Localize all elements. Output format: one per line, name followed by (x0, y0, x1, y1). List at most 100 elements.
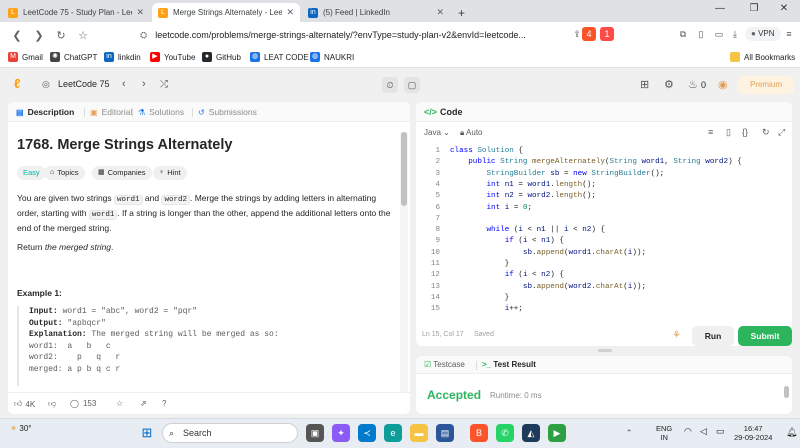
hint-chip[interactable]: ♀ Hint (153, 166, 187, 180)
app-icon[interactable]: ◭ (522, 424, 540, 442)
layout-icon[interactable]: ⊞ (640, 78, 649, 91)
brave-browser-icon[interactable]: B (470, 424, 488, 442)
debugger-icon[interactable]: ⚘ (672, 330, 681, 341)
copilot-icon[interactable]: ✦ (332, 424, 350, 442)
next-problem-icon[interactable]: › (142, 78, 146, 90)
wifi-icon[interactable]: ◠ (684, 427, 692, 436)
bookmark-gmail[interactable]: M Gmail (8, 52, 43, 62)
format-icon[interactable]: ≡ (708, 127, 713, 137)
code-line[interactable]: 2 public String mergeAlternately(String … (416, 157, 792, 168)
bookmark-linkedin[interactable]: in linkdin (104, 52, 141, 62)
vpn-button[interactable]: ● VPN (745, 27, 781, 41)
all-bookmarks[interactable]: All Bookmarks (730, 52, 795, 62)
weather-widget[interactable]: ☀ 30° (10, 424, 32, 433)
wallet-icon[interactable]: ▭ (712, 27, 726, 41)
tab-submissions[interactable]: ↺ Submissions (198, 107, 257, 117)
bookmark-chatgpt[interactable]: ✺ ChatGPT (50, 52, 97, 62)
downloads-icon[interactable]: ⤓ (728, 27, 742, 41)
scrollbar-thumb[interactable] (401, 132, 407, 206)
companies-chip[interactable]: ▦ Companies (92, 166, 152, 180)
timer-icon[interactable]: ⏲ (382, 77, 398, 93)
bookmark-icon[interactable]: ▯ (726, 127, 731, 138)
settings-icon[interactable]: ⚙ (664, 78, 674, 91)
bookmark-page-icon[interactable]: ☆ (72, 29, 94, 42)
browser-tab-study-plan[interactable]: L LeetCode 75 - Study Plan - Lee ✕ (2, 3, 150, 22)
clock[interactable]: 16:47 29-09-2024 (734, 424, 772, 442)
reload-icon[interactable]: ↻ (50, 29, 72, 42)
tab-solutions[interactable]: ⚗ Solutions (138, 107, 184, 117)
tab-test-result[interactable]: >_ Test Result (482, 360, 536, 369)
premium-button[interactable]: Premium (738, 76, 794, 94)
avatar[interactable]: ◉ (718, 78, 728, 91)
tray-chevron-icon[interactable]: ⌃ (626, 428, 632, 437)
vscode-icon[interactable]: ≺ (358, 424, 376, 442)
whatsapp-icon[interactable]: ✆ (496, 424, 514, 442)
task-view-icon[interactable]: ▣ (306, 424, 324, 442)
problem-list-title[interactable]: LeetCode 75 (58, 79, 110, 89)
code-line[interactable]: 1 class Solution { (416, 146, 792, 157)
code-line[interactable]: 9 if (i < n1) { (416, 236, 792, 247)
auto-mode[interactable]: 🔒︎ Auto (460, 128, 483, 138)
code-line[interactable]: 7 (416, 214, 792, 225)
bookmark-youtube[interactable]: ▶ YouTube (150, 52, 195, 62)
code-line[interactable]: 8 while (i < n1 || i < n2) { (416, 225, 792, 236)
code-line[interactable]: 14 } (416, 293, 792, 304)
language-indicator[interactable]: ENG IN (656, 424, 672, 442)
code-line[interactable]: 13 sb.append(word2.charAt(i)); (416, 282, 792, 293)
description-scrollbar[interactable] (400, 132, 408, 394)
back-icon[interactable]: ❮ (6, 29, 28, 42)
share-button[interactable]: ⇗ (140, 399, 147, 408)
braces-icon[interactable]: {} (742, 127, 748, 137)
topics-chip[interactable]: ⌂ Topics (44, 166, 85, 180)
store-icon[interactable]: ▤ (436, 424, 454, 442)
maximize-icon[interactable]: ❐ (740, 3, 768, 14)
browser-tab-merge-strings[interactable]: L Merge Strings Alternately - Lee ✕ (152, 3, 300, 22)
site-info-icon[interactable]: ⛭ (140, 30, 147, 41)
notification-icon[interactable]: 🔔︎ (786, 428, 797, 437)
browser-tab-linkedin[interactable]: in (5) Feed | LinkedIn ✕ (302, 3, 450, 22)
forward-icon[interactable]: ❯ (28, 29, 50, 42)
window-close-icon[interactable]: ✕ (770, 3, 798, 14)
result-scrollbar[interactable] (784, 386, 789, 398)
panel-resize-handle[interactable] (598, 349, 612, 352)
address-bar[interactable]: ⛭ leetcode.com/problems/merge-strings-al… (140, 25, 552, 45)
extensions-icon[interactable]: ⧉ (676, 27, 690, 41)
fullscreen-icon[interactable]: ⤢ (778, 127, 785, 138)
close-tab-icon[interactable]: ✕ (286, 7, 294, 18)
tab-editorial[interactable]: ▣ Editorial (90, 107, 132, 117)
help-button[interactable]: ? (162, 399, 166, 408)
battery-icon[interactable]: ▭ (716, 427, 725, 436)
run-button[interactable]: Run (692, 326, 734, 346)
close-tab-icon[interactable]: ✕ (136, 7, 144, 18)
notes-icon[interactable]: ▢ (404, 77, 420, 93)
minimize-icon[interactable]: — (706, 3, 734, 14)
code-line[interactable]: 10 sb.append(word1.charAt(i)); (416, 248, 792, 259)
bookmark-naukri[interactable]: ◍ NAUKRI (310, 52, 354, 62)
leetcode-logo-icon[interactable]: ℓ (14, 76, 20, 91)
submit-button[interactable]: Submit (738, 326, 792, 346)
code-line[interactable]: 3 StringBuilder sb = new StringBuilder()… (416, 169, 792, 180)
code-line[interactable]: 5 int n2 = word2.length(); (416, 191, 792, 202)
edge-icon[interactable]: e (384, 424, 402, 442)
prev-problem-icon[interactable]: ‹ (122, 78, 126, 90)
new-tab-button[interactable]: + (452, 3, 472, 22)
dislike-button[interactable]: 👎︎ (48, 399, 56, 409)
close-tab-icon[interactable]: ✕ (436, 7, 444, 18)
streak-icon[interactable]: ♨ (688, 78, 698, 91)
code-line[interactable]: 12 if (i < n2) { (416, 270, 792, 281)
file-explorer-icon[interactable]: ▬ (410, 424, 428, 442)
favorite-button[interactable]: ☆ (116, 399, 123, 408)
comments-button[interactable]: ◯ 153 (70, 399, 96, 408)
code-line[interactable]: 4 int n1 = word1.length(); (416, 180, 792, 191)
code-line[interactable]: 15 i++; (416, 304, 792, 315)
brave-shields-icon[interactable]: 4 (582, 27, 596, 41)
bookmark-github[interactable]: ● GitHub (202, 52, 241, 62)
shuffle-icon[interactable]: ⤮ (160, 79, 168, 90)
windows-start-icon[interactable]: ⊞ (138, 424, 156, 442)
bookmark-leetcode[interactable]: ◍ LEAT CODE (250, 52, 309, 62)
tab-description[interactable]: ▤ Description (16, 107, 74, 117)
sidebar-icon[interactable]: ▯ (694, 27, 708, 41)
volume-icon[interactable]: ◁ (700, 427, 707, 436)
tab-testcase[interactable]: ☑ Testcase (424, 360, 465, 369)
brave-rewards-icon[interactable]: 1 (600, 27, 614, 41)
